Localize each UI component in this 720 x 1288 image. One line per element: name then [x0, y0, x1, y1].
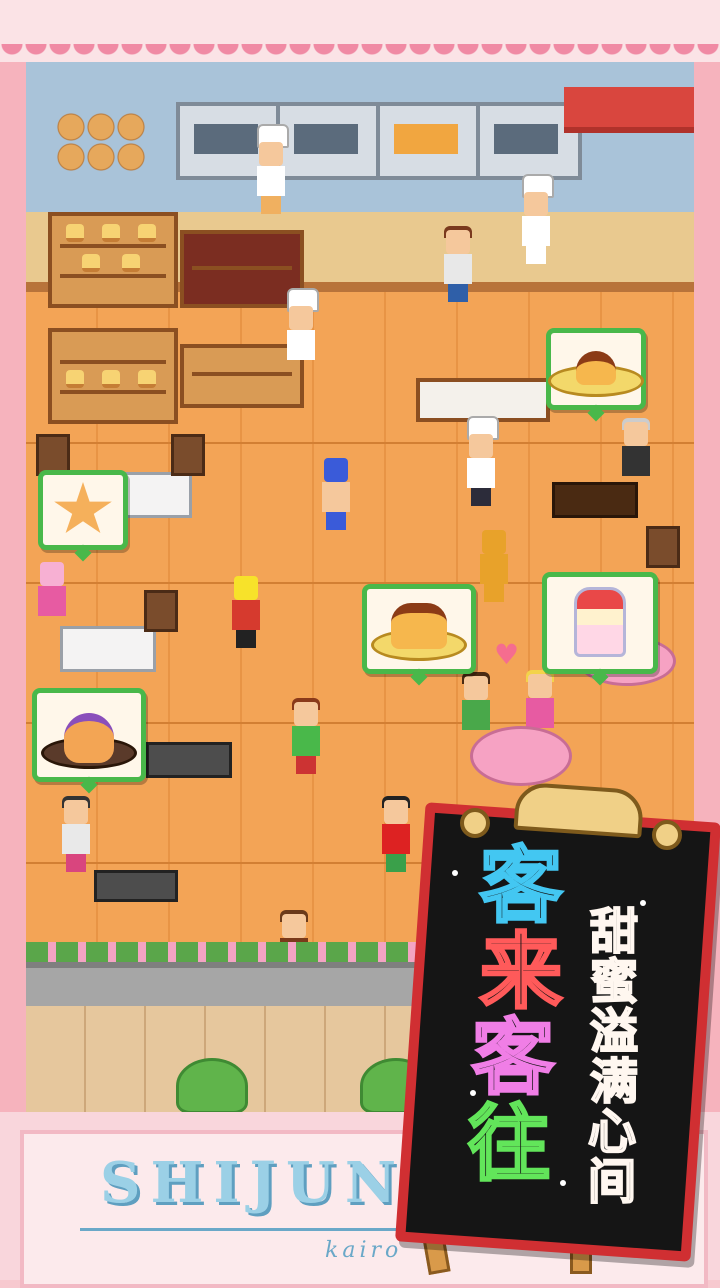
brand-title: SHIJUN	[100, 1150, 407, 1216]
sign-tagline-char: 心	[587, 1104, 637, 1160]
masked-wrestler-customer[interactable]	[316, 458, 356, 530]
sign-tagline-char: 满	[589, 1054, 639, 1110]
bear-mascot-customer[interactable]	[474, 530, 514, 602]
baker-chef[interactable]	[251, 124, 291, 214]
brand-subtitle: kairo	[325, 1238, 403, 1263]
oven[interactable]	[276, 102, 382, 180]
waiter-chef[interactable]	[281, 288, 321, 378]
oven-baking[interactable]	[376, 102, 482, 180]
order-bubble[interactable]	[38, 470, 128, 550]
bush	[176, 1058, 248, 1112]
cake-shelf[interactable]	[180, 230, 304, 308]
server-chef[interactable]	[461, 416, 501, 506]
sign-knob	[652, 820, 682, 850]
brand-underline	[80, 1228, 400, 1231]
bread-pile	[56, 112, 146, 172]
chair[interactable]	[646, 526, 680, 568]
order-bubble[interactable]	[546, 328, 646, 410]
chair[interactable]	[171, 434, 205, 476]
cafe-table[interactable]	[94, 870, 178, 902]
pastry-shelf[interactable]	[48, 212, 178, 308]
robot-customer[interactable]	[226, 576, 266, 648]
sign-tagline-char: 溢	[589, 1004, 639, 1060]
love-heart-icon: ♥	[494, 638, 520, 671]
sign-headline-char: 往	[466, 1097, 551, 1192]
wooden-table[interactable]	[552, 482, 638, 518]
order-bubble[interactable]	[362, 584, 476, 674]
sign-knob	[460, 808, 490, 838]
cafe-table[interactable]	[146, 742, 232, 778]
sign-tagline-char: 蜜	[589, 954, 639, 1010]
hat-man-customer[interactable]	[376, 796, 416, 872]
sign-topper	[513, 781, 645, 839]
box-head-customer[interactable]	[32, 562, 72, 634]
sign-tagline-char: 甜	[589, 904, 639, 960]
left-pillar	[0, 62, 29, 1112]
cafe-table[interactable]	[60, 626, 156, 672]
guitarist-customer[interactable]	[56, 796, 96, 872]
red-awning	[564, 87, 694, 133]
order-bubble[interactable]	[32, 688, 146, 782]
sign-headline-char: 客	[478, 839, 563, 934]
cashier-chef[interactable]	[516, 174, 556, 264]
customer-girl[interactable]	[438, 226, 478, 302]
order-bubble[interactable]	[542, 572, 658, 674]
girl-customer-walking[interactable]	[286, 698, 326, 774]
sign-tagline-char: 间	[587, 1154, 637, 1210]
sign-headline-char: 客	[470, 1011, 555, 1106]
sign-headline-char: 来	[478, 925, 563, 1020]
round-pink-table[interactable]	[470, 726, 572, 786]
chair[interactable]	[144, 590, 178, 632]
pudding-shelf[interactable]	[48, 328, 178, 424]
